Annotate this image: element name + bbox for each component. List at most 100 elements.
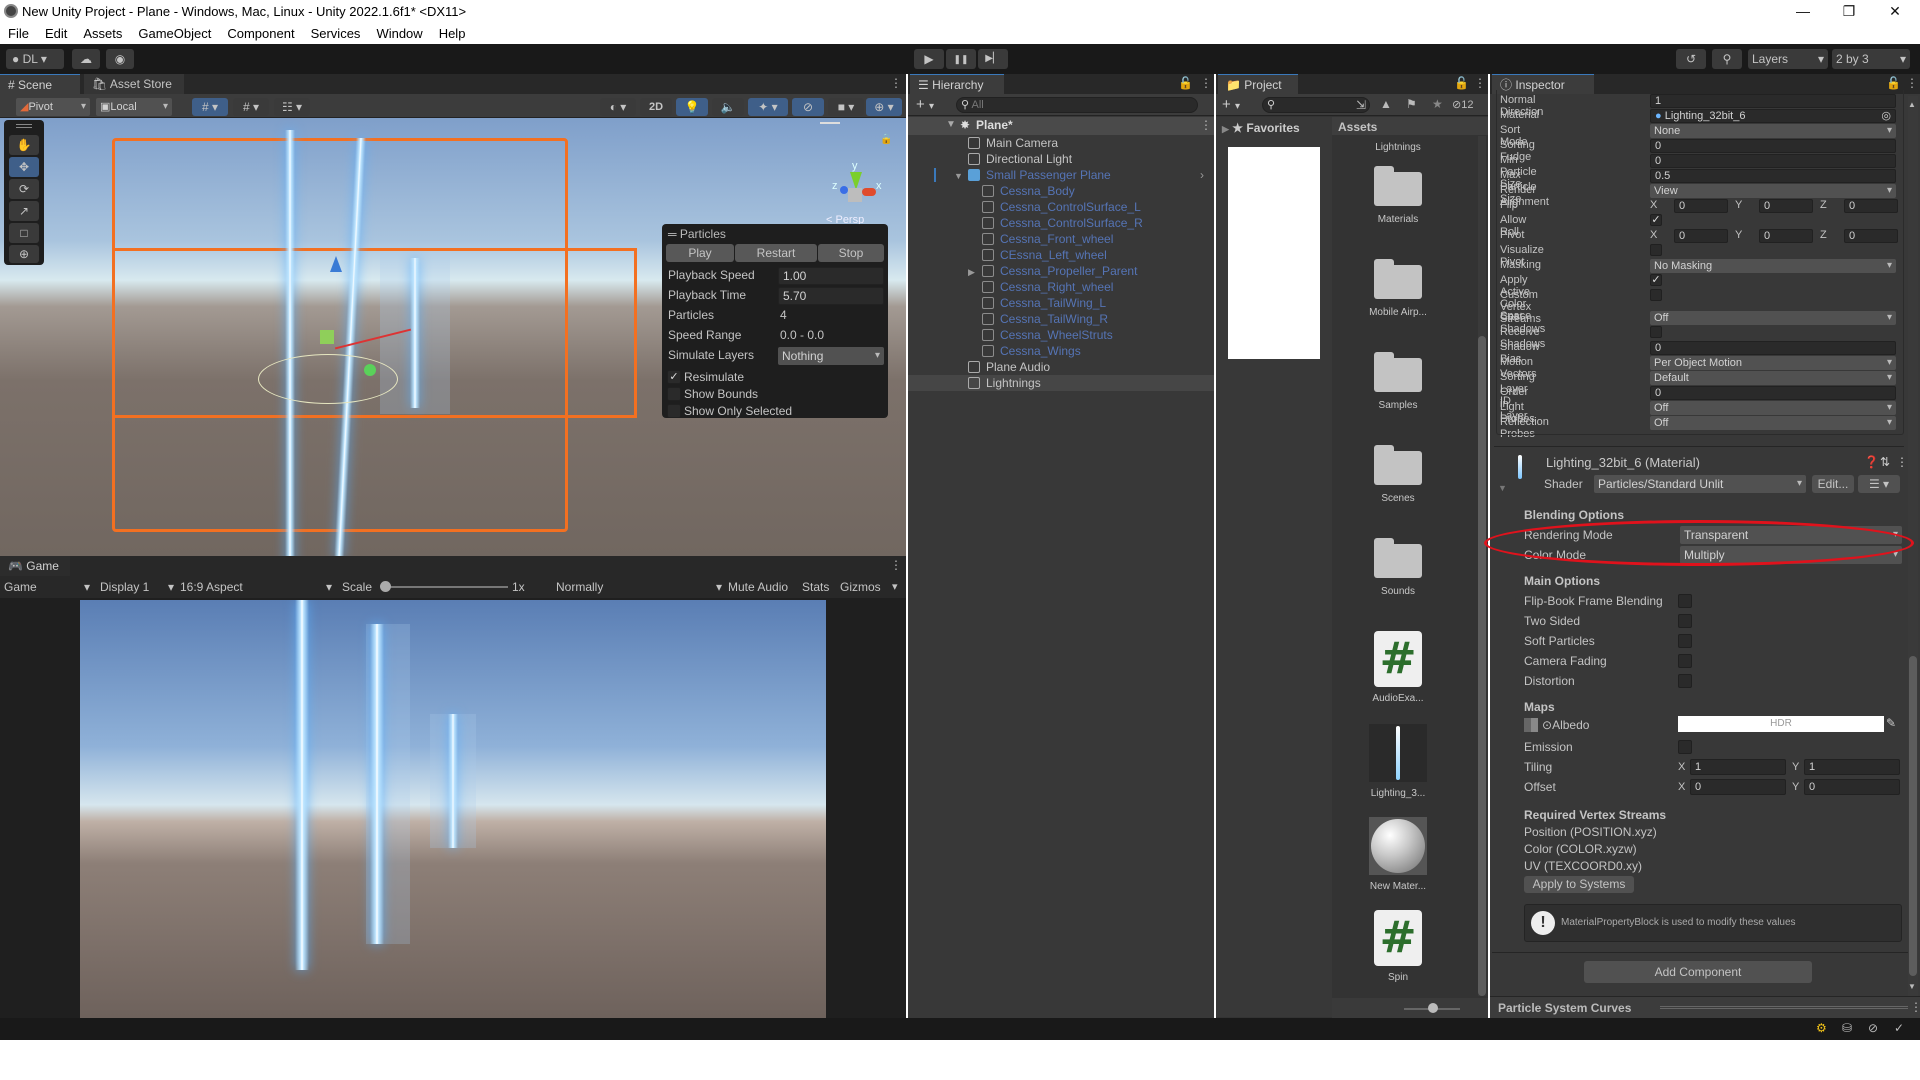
asset-item[interactable]: Materials	[1352, 166, 1444, 225]
layers-dropdown[interactable]: Layers ▾	[1748, 49, 1828, 69]
hierarchy-item[interactable]: Cessna_WheelStruts	[908, 327, 1214, 343]
scrollbar-thumb[interactable]	[1478, 336, 1486, 996]
eyedropper-icon[interactable]: ✎	[1886, 716, 1902, 732]
hierarchy-item[interactable]: Directional Light	[908, 151, 1214, 167]
pause-button[interactable]: ❚❚	[946, 49, 976, 69]
play-focus-dropdown[interactable]: Normally ▾	[556, 580, 722, 594]
minimize-button[interactable]: —	[1780, 0, 1826, 24]
albedo-texture-slot[interactable]	[1524, 718, 1538, 732]
menu-assets[interactable]: Assets	[75, 24, 130, 44]
emission-checkbox[interactable]	[1678, 740, 1692, 754]
object-picker-icon[interactable]: ⊙	[1542, 718, 1552, 732]
menu-services[interactable]: Services	[303, 24, 369, 44]
rect-tool[interactable]: □	[9, 223, 39, 243]
hierarchy-item[interactable]: Cessna_TailWing_R	[908, 311, 1214, 327]
camera-button[interactable]: ■ ▾	[828, 98, 864, 116]
lighting-toggle[interactable]: 💡	[676, 98, 708, 116]
scroll-up-icon[interactable]: ▲	[1908, 100, 1916, 109]
more-icon[interactable]: ⋮	[1200, 118, 1212, 132]
offset-y-field[interactable]: 0	[1804, 779, 1900, 795]
scene-header[interactable]: ▼ ✸ Plane* ⋮	[908, 117, 1214, 135]
tab-hierarchy[interactable]: ☰ Hierarchy	[910, 74, 1004, 94]
search-scope-icon[interactable]: ⇲	[1356, 98, 1366, 112]
draw-mode-button[interactable]: ◐ ▾	[600, 98, 636, 116]
particles-play-button[interactable]: Play	[666, 244, 734, 262]
show-only-selected-checkbox[interactable]	[667, 404, 681, 418]
move-tool[interactable]: ✥	[9, 157, 39, 177]
drag-handle[interactable]	[1660, 1006, 1908, 1009]
more-icon[interactable]: ⋮	[890, 558, 902, 572]
rotation-gizmo[interactable]	[258, 354, 398, 404]
step-button[interactable]: ▶▏	[978, 49, 1008, 69]
scrollbar-thumb[interactable]	[1909, 656, 1917, 976]
more-icon[interactable]: ⋮	[1200, 76, 1212, 90]
favorites-item[interactable]: ▶ ★ Favorites	[1222, 121, 1300, 135]
expand-arrow-icon[interactable]: ▼	[954, 168, 963, 184]
menu-help[interactable]: Help	[431, 24, 474, 44]
shader-dropdown[interactable]: Particles/Standard Unlit	[1594, 475, 1806, 493]
shader-options-button[interactable]: ☰ ▾	[1858, 475, 1900, 493]
account-dropdown[interactable]: ● DL ▾	[6, 49, 64, 69]
scale-tool[interactable]: ↗	[9, 201, 39, 221]
bug-icon[interactable]: ⚙	[1816, 1021, 1827, 1035]
gizmos-button[interactable]: ⊕ ▾	[866, 98, 902, 116]
transform-tool[interactable]: ⊕	[9, 245, 39, 263]
hierarchy-item[interactable]: Cessna_TailWing_L	[908, 295, 1214, 311]
hierarchy-item[interactable]: Cessna_Front_wheel	[908, 231, 1214, 247]
apply-to-systems-button[interactable]: Apply to Systems	[1524, 876, 1634, 893]
z-axis-handle[interactable]	[364, 364, 376, 376]
tiling-y-field[interactable]: 1	[1804, 759, 1900, 775]
collapse-arrow-icon[interactable]: ▶	[968, 264, 975, 280]
local-dropdown[interactable]: ▣Local	[96, 98, 172, 116]
favorite-star-icon[interactable]: ★	[1432, 97, 1443, 111]
asset-item[interactable]: Lighting_3...	[1352, 724, 1444, 799]
ruler-button[interactable]: ☷ ▾	[274, 98, 310, 116]
tiling-x-field[interactable]: 1	[1690, 759, 1786, 775]
game-mode-dropdown[interactable]: Game ▾	[4, 580, 90, 594]
tab-project[interactable]: 📁 Project	[1218, 74, 1298, 94]
hierarchy-item[interactable]: Plane Audio	[908, 359, 1214, 375]
hierarchy-item[interactable]: Cessna_Right_wheel	[908, 279, 1214, 295]
asset-item[interactable]: # AudioExa...	[1352, 631, 1444, 704]
asset-item[interactable]: Sounds	[1352, 538, 1444, 597]
hierarchy-item[interactable]: CEssna_Left_wheel	[908, 247, 1214, 263]
2d-toggle[interactable]: 2D	[640, 98, 672, 116]
hidden-packages-toggle[interactable]: ⊘12	[1452, 98, 1473, 111]
breadcrumb-assets[interactable]: Assets	[1338, 120, 1377, 134]
menu-file[interactable]: File	[0, 24, 37, 44]
mute-audio-toggle[interactable]: Mute Audio	[728, 580, 788, 594]
open-prefab-icon[interactable]: ›	[1200, 167, 1204, 183]
lock-icon[interactable]: 🔓	[1178, 76, 1193, 90]
main-option-checkbox[interactable]	[1678, 674, 1692, 688]
scale-slider-thumb[interactable]	[380, 581, 391, 592]
hierarchy-item[interactable]: Lightnings	[908, 375, 1214, 391]
menu-component[interactable]: Component	[219, 24, 302, 44]
gizmos-toggle[interactable]: Gizmos	[840, 580, 881, 594]
offset-x-field[interactable]: 0	[1690, 779, 1786, 795]
hierarchy-item[interactable]: Cessna_Body	[908, 183, 1214, 199]
shader-edit-button[interactable]: Edit...	[1812, 475, 1854, 493]
lock-icon[interactable]: 🔒	[880, 134, 892, 145]
presets-icon[interactable]: ⇅	[1880, 455, 1890, 469]
main-option-checkbox[interactable]	[1678, 614, 1692, 628]
expand-arrow-icon[interactable]: ▼	[946, 119, 956, 130]
effects-toggle[interactable]: ✦ ▾	[748, 98, 788, 116]
audio-toggle[interactable]: 🔈	[712, 98, 744, 116]
cache-server-icon[interactable]: ⛁	[1842, 1021, 1852, 1035]
hierarchy-item[interactable]: Cessna_ControlSurface_R	[908, 215, 1214, 231]
asset-item[interactable]: Samples	[1352, 352, 1444, 411]
project-search-input[interactable]: ⚲	[1262, 97, 1370, 113]
collab-button[interactable]: ◉	[106, 49, 134, 69]
tab-scene[interactable]: # Scene	[0, 74, 80, 94]
menu-edit[interactable]: Edit	[37, 24, 75, 44]
icon-size-slider-thumb[interactable]	[1428, 1003, 1438, 1013]
search-button[interactable]: ⚲	[1712, 49, 1742, 69]
stats-toggle[interactable]: Stats	[802, 580, 829, 594]
auto-generate-lighting-icon[interactable]: ⊘	[1868, 1021, 1878, 1035]
tab-asset-store[interactable]: 🛍 Asset Store	[84, 74, 184, 94]
lock-icon[interactable]: 🔓	[1886, 76, 1901, 90]
tab-game[interactable]: 🎮 Game	[0, 556, 70, 576]
scroll-down-icon[interactable]: ▼	[1908, 982, 1916, 991]
grid-snap-button[interactable]: # ▾	[192, 98, 228, 116]
check-icon[interactable]: ✓	[1894, 1021, 1904, 1035]
